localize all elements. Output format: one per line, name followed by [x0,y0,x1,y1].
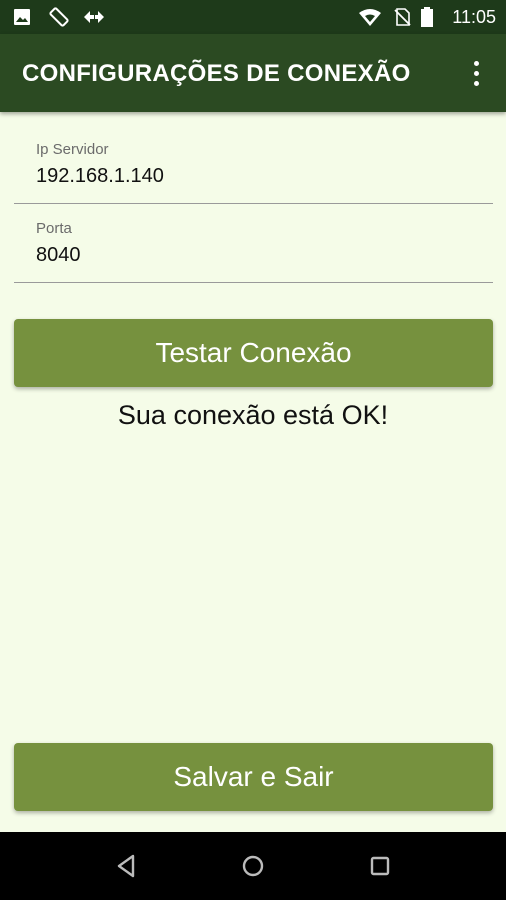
battery-icon [421,7,433,27]
port-value[interactable]: 8040 [36,244,81,267]
clock: 11:05 [452,7,496,27]
port-field[interactable]: Porta 8040 [14,209,493,283]
ip-server-label: Ip Servidor [36,141,109,158]
save-and-exit-button[interactable]: Salvar e Sair [14,743,493,811]
ip-server-field[interactable]: Ip Servidor 192.168.1.140 [14,131,493,204]
status-bar: 11:05 [0,0,506,34]
home-icon[interactable] [239,852,267,880]
back-icon[interactable] [113,852,141,880]
test-connection-button[interactable]: Testar Conexão [14,319,493,387]
port-label: Porta [36,220,72,237]
more-vert-icon[interactable] [464,58,488,88]
recents-icon[interactable] [366,852,394,880]
connection-status-text: Sua conexão está OK! [117,400,389,430]
navigation-bar [0,832,506,900]
page-title: CONFIGURAÇÕES DE CONEXÃO [22,60,411,87]
screen-rotation-icon [49,7,69,27]
data-transfer-icon [84,11,104,23]
no-sim-icon [394,8,411,26]
wifi-icon [359,9,381,26]
ip-server-value[interactable]: 192.168.1.140 [36,165,164,188]
image-icon [14,9,30,25]
app-bar: CONFIGURAÇÕES DE CONEXÃO [0,34,506,112]
